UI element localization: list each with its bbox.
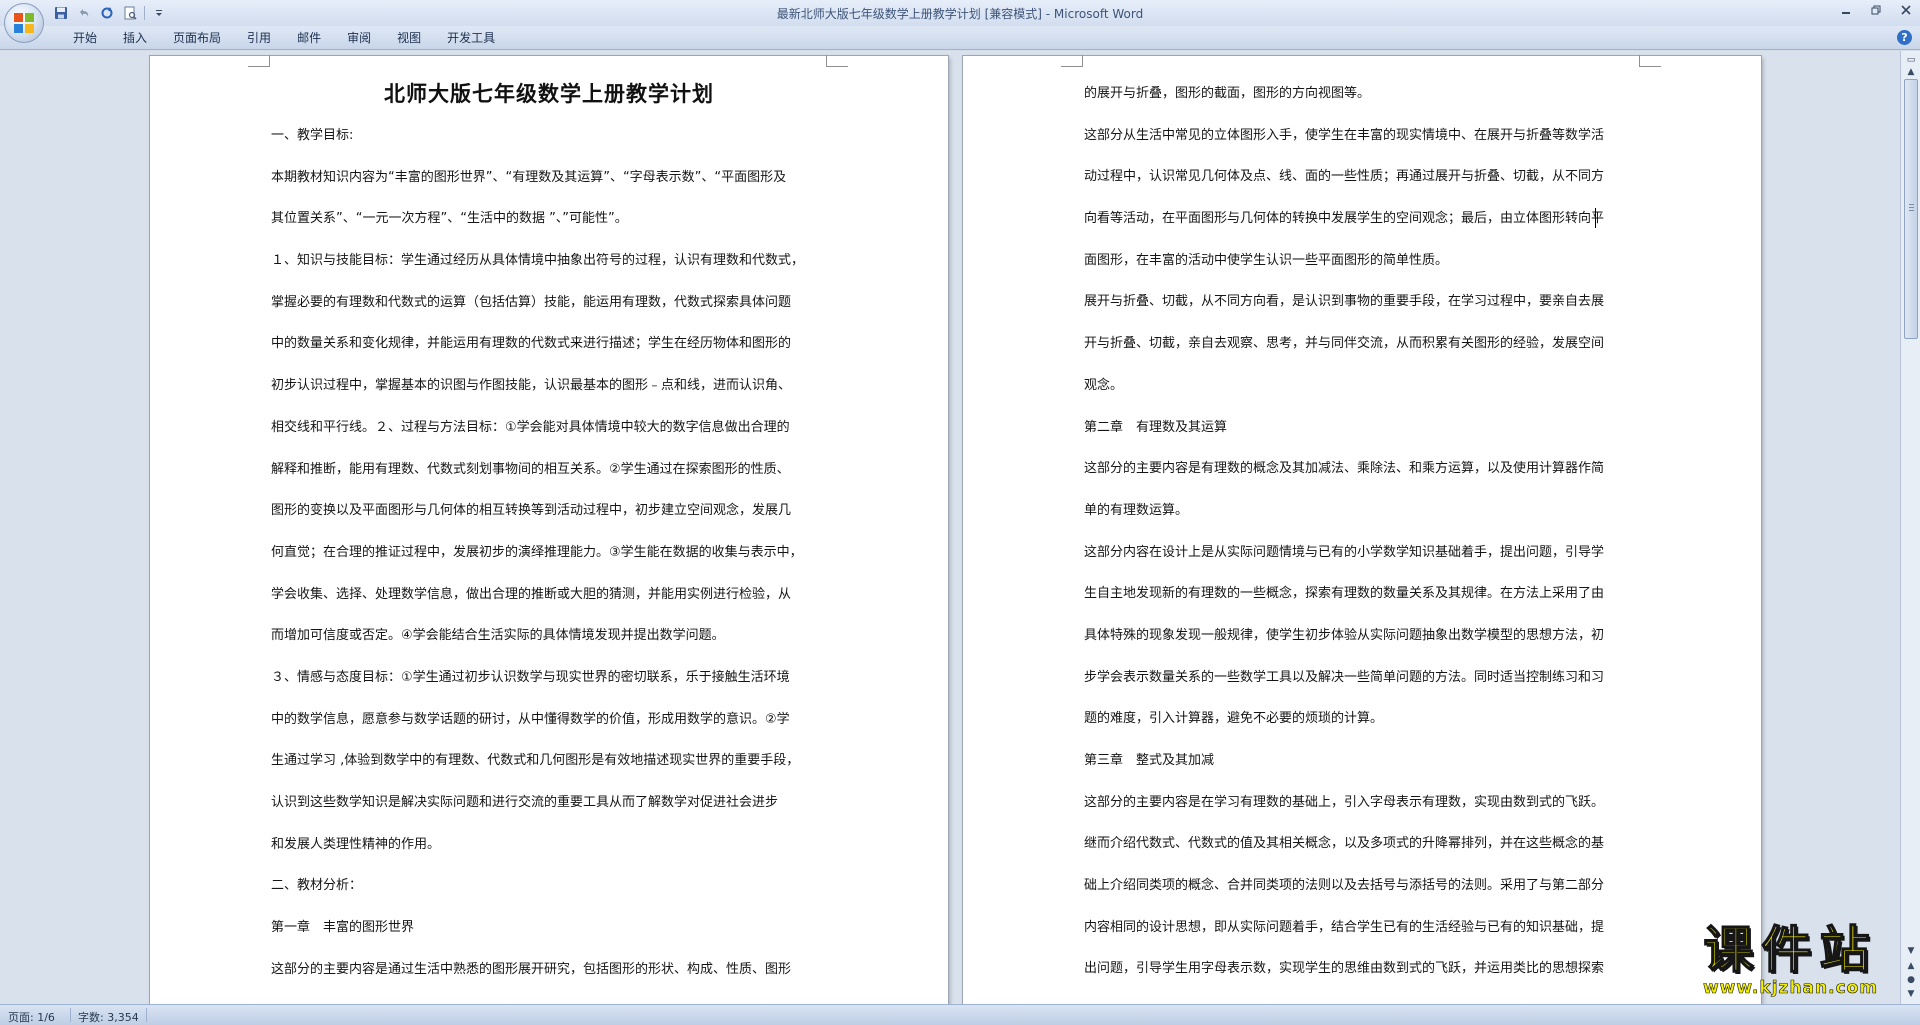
office-logo-icon (14, 13, 34, 33)
window-controls (1838, 2, 1914, 18)
scrollbar-thumb[interactable] (1904, 79, 1918, 339)
window-title: 最新北师大版七年级数学上册教学计划 [兼容模式] - Microsoft Wor… (776, 7, 1144, 21)
text-line: 中的数学信息，愿意参与数学话题的研讨，从中懂得数学的价值，形成用数学的意识。②学 (271, 711, 790, 727)
text-line: 第三章 整式及其加减 (1084, 753, 1215, 768)
status-separator (70, 1008, 71, 1022)
text-line: 而增加可信度或否定。④学会能结合生活实际的具体情境发现并提出数学问题。 (271, 628, 725, 644)
previous-page-icon[interactable]: ▲ (1904, 959, 1918, 973)
text-cursor (1595, 208, 1596, 228)
text-line: 面图形，在丰富的活动中使学生认识一些平面图形的简单性质。 (1084, 252, 1449, 268)
text-line: 生通过学习 ,体验到数学中的有理数、代数式和几何图形是有效地描述现实世界的重要手… (271, 753, 800, 769)
text-line: 础上介绍同类项的概念、合并同类项的法则以及去括号与添括号的法则。采用了与第二部分 (1084, 878, 1605, 894)
status-bar: 页面: 1/6 字数: 3,354 (0, 1004, 1920, 1025)
tab-home[interactable]: 开始 (60, 30, 110, 47)
text-line: １、知识与技能目标：学生通过经历从具体情境中抽象出符号的过程，认识有理数和代数式… (271, 253, 805, 269)
text-line: 图形的变换以及平面图形与几何体的相互转换等到活动过程中，初步建立空间观念，发展几 (271, 503, 792, 519)
text-line: 第二章 有理数及其运算 (1084, 419, 1228, 435)
text-line: 中的数量关系和变化规律，并能运用有理数的代数式来进行描述；学生在经历物体和图形的 (271, 336, 792, 352)
text-line: 解释和推断，能用有理数、代数式刻划事物间的相互关系。②学生通过在探索图形的性质、 (271, 461, 790, 477)
tab-developer[interactable]: 开发工具 (434, 30, 508, 47)
text-line: 和发展人类理性精神的作用。 (271, 836, 441, 852)
paragraph-lines: 一、教学目标: 本期教材知识内容为“丰富的图形世界”、“有理数及其运算”、“字母表… (271, 115, 827, 990)
text-line: 学会收集、选择、处理数学信息，做出合理的推断或大胆的猜测，并能用实例进行检验，从 (271, 586, 792, 602)
tab-references[interactable]: 引用 (234, 30, 284, 47)
text-line: 这部分的主要内容是在学习有理数的基础上，引入字母表示有理数，实现由数到式的飞跃。 (1084, 794, 1605, 810)
text-line: 何直觉；在合理的推证过程中，发展初步的演绎推理能力。③学生能在数据的收集与表示中… (271, 544, 803, 560)
ribbon-tab-strip: 开始 插入 页面布局 引用 邮件 审阅 视图 开发工具 ? (0, 26, 1920, 50)
text-line: 初步认识过程中，掌握基本的识图与作图技能，认识最基本的图形﹣点和线，进而认识角、 (271, 378, 792, 394)
watermark-url: www.kjzhan.com (1702, 978, 1879, 999)
text-line: 继而介绍代数式、代数式的值及其相关概念，以及多项式的升降幂排列，并在这些概念的基 (1084, 836, 1605, 852)
text-line: 生自主地发现新的有理数的一些概念，探索有理数的数量关系及其规律。在方法上采用了由 (1084, 586, 1605, 602)
text-line: 掌握必要的有理数和代数式的运算（包括估算）技能，能运用有理数，代数式探索具体问题 (271, 294, 792, 310)
document-page-right[interactable]: 的展开与折叠，图形的截面，图形的方向视图等。这部分从生活中常见的立体图形入手，使… (963, 55, 1761, 1004)
text-line: 的展开与折叠，图形的截面，图形的方向视图等。 (1084, 86, 1371, 101)
text-line: 开与折叠、切截，亲自去观察、思考，并与同伴交流，从而积累有关图形的经验，发展空间 (1084, 336, 1605, 352)
tab-page-layout[interactable]: 页面布局 (160, 30, 234, 47)
text-line: 其位置关系”、“一元一次方程”、“生活中的数据 ”、”可能性”。 (271, 211, 628, 227)
text-line: 单的有理数运算。 (1084, 502, 1189, 518)
vertical-scrollbar[interactable]: ▭ ▲ ▼ ▲ ● ▼ (1900, 51, 1920, 1004)
thumb-grip (1909, 210, 1914, 211)
document-page-left[interactable]: 北师大版七年级数学上册教学计划 一、教学目标: 本期教材知识内容为“丰富的图形世界… (150, 55, 948, 1004)
text-line: 一、教学目标: (271, 128, 354, 143)
text-line: 向看等活动，在平面图形与几何体的转换中发展学生的空间观念；最后，由立体图形转向平 (1084, 211, 1605, 227)
document-title: 北师大版七年级数学上册教学计划 (384, 82, 714, 106)
office-button[interactable] (4, 3, 44, 43)
page-text: 北师大版七年级数学上册教学计划 一、教学目标: 本期教材知识内容为“丰富的图形世界… (271, 73, 827, 990)
status-separator (146, 1008, 147, 1022)
thumb-grip (1909, 207, 1914, 208)
text-line: 第一章 丰富的图形世界 (271, 920, 415, 936)
scroll-down-icon[interactable]: ▼ (1904, 944, 1918, 958)
text-line: 这部分的主要内容是通过生活中熟悉的图形展开研究，包括图形的形状、构成、性质、图形 (271, 961, 792, 977)
text-line: 这部分内容在设计上是从实际问题情境与已有的小学数学知识基础着手，提出问题，引导学 (1084, 544, 1605, 560)
text-line: ３、情感与态度目标：①学生通过初步认识数学与现实世界的密切联系，乐于接触生活环境 (271, 669, 790, 685)
text-line: 这部分从生活中常见的立体图形入手，使学生在丰富的现实情境中、在展开与折叠等数学活 (1084, 127, 1605, 143)
text-line: 动过程中，认识常见几何体及点、线、面的一些性质；再通过展开与折叠、切截，从不同方 (1084, 169, 1605, 185)
help-icon[interactable]: ? (1897, 30, 1912, 45)
word-count[interactable]: 字数: 3,354 (78, 1009, 139, 1025)
tab-review[interactable]: 审阅 (334, 30, 384, 47)
text-line: 展开与折叠、切截，从不同方向看，是认识到事物的重要手段，在学习过程中，要亲自去展 (1084, 294, 1605, 310)
text-line: 具体特殊的现象发现一般规律，使学生初步体验从实际问题抽象出数学模型的思想方法，初 (1084, 627, 1605, 643)
watermark-text: 课件站 (1703, 921, 1878, 979)
text-line: 步学会表示数量关系的一些数学工具以及解决一些简单问题的方法。同时适当控制练习和习 (1084, 669, 1605, 685)
ribbon-tabs: 开始 插入 页面布局 引用 邮件 审阅 视图 开发工具 (60, 30, 508, 47)
crop-mark (248, 55, 270, 67)
text-line: 题的难度，引入计算器，避免不必要的烦琐的计算。 (1084, 711, 1384, 727)
site-watermark: 课件站 www.kjzhan.com (1683, 921, 1898, 999)
text-line: 本期教材知识内容为“丰富的图形世界”、“有理数及其运算”、“字母表示数”、“平面… (271, 169, 787, 185)
text-line: 出问题，引导学生用字母表示数，实现学生的思维由数到式的飞跃，并运用类比的思想探索 (1084, 961, 1605, 977)
tab-view[interactable]: 视图 (384, 30, 434, 47)
paragraph-lines: 的展开与折叠，图形的截面，图形的方向视图等。这部分从生活中常见的立体图形入手，使… (1084, 73, 1640, 990)
text-line: 这部分的主要内容是有理数的概念及其加减法、乘除法、和乘方运算，以及使用计算器作简 (1084, 461, 1605, 477)
title-bar: 最新北师大版七年级数学上册教学计划 [兼容模式] - Microsoft Wor… (0, 0, 1920, 26)
crop-mark (1061, 55, 1083, 67)
crop-mark (1639, 55, 1661, 67)
page-indicator[interactable]: 页面: 1/6 (8, 1009, 55, 1025)
tab-mailings[interactable]: 邮件 (284, 30, 334, 47)
browse-object-icon[interactable]: ● (1904, 973, 1918, 987)
page-text: 的展开与折叠，图形的截面，图形的方向视图等。这部分从生活中常见的立体图形入手，使… (1084, 73, 1640, 990)
text-line: 内容相同的设计思想，即从实际问题着手，结合学生已有的生活经验与已有的知识基础，提 (1084, 919, 1605, 935)
text-line: 认识到这些数学知识是解决实际问题和进行交流的重要工具从而了解数学对促进社会进步 (271, 795, 779, 810)
crop-mark (826, 55, 848, 67)
thumb-grip (1909, 204, 1914, 205)
close-icon[interactable] (1898, 2, 1914, 18)
text-line: 相交线和平行线。２、过程与方法目标：①学会能对具体情境中较大的数字信息做出合理的 (271, 419, 790, 435)
text-line: 观念。 (1084, 377, 1124, 393)
next-page-icon[interactable]: ▼ (1904, 987, 1918, 1001)
scroll-up-icon[interactable]: ▲ (1904, 65, 1918, 79)
tab-insert[interactable]: 插入 (110, 30, 160, 47)
minimize-icon[interactable] (1838, 2, 1854, 18)
text-line: 二、教材分析： (271, 878, 363, 894)
restore-icon[interactable] (1868, 2, 1884, 18)
document-workspace[interactable]: 北师大版七年级数学上册教学计划 一、教学目标: 本期教材知识内容为“丰富的图形世界… (0, 51, 1900, 1004)
